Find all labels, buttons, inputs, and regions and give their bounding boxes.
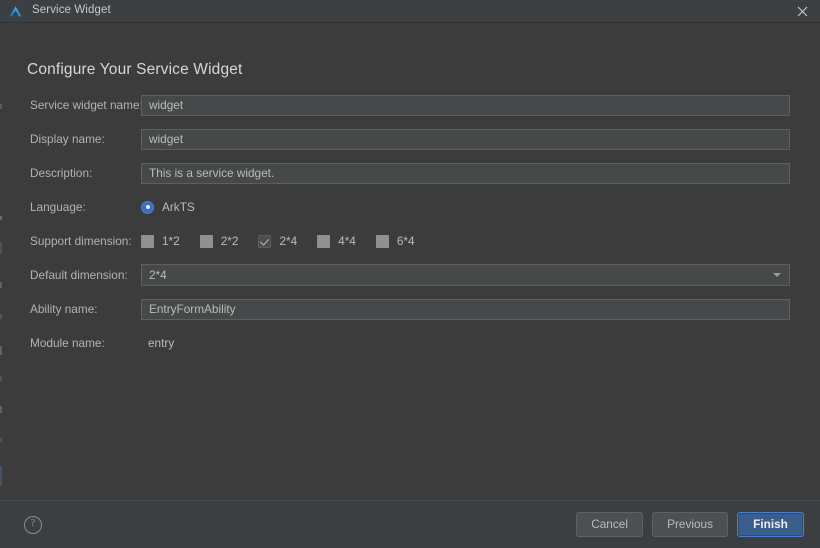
close-icon[interactable] [784,0,820,22]
previous-button[interactable]: Previous [652,512,728,537]
checkbox-unchecked-icon [375,234,389,248]
checkbox-label-6x4: 6*4 [396,234,415,248]
dialog-titlebar: Service Widget [0,0,820,23]
radio-label-arkts: ArkTS [162,200,195,214]
module-name-value: entry [148,336,175,350]
checkbox-unchecked-icon [141,234,154,248]
label-module-name: Module name: [30,336,105,350]
checkbox-unchecked-icon [199,234,213,248]
default-dimension-select[interactable]: 2*4 [141,264,790,286]
checkbox-option-2x2[interactable]: 2*2 [199,234,239,248]
radio-option-arkts[interactable]: ArkTS [141,200,195,214]
dialog-title: Service Widget [32,4,111,17]
description-input[interactable] [141,162,790,184]
checkbox-option-6x4[interactable]: 6*4 [375,234,415,248]
control-description [141,162,790,184]
control-service-widget-name [141,94,790,116]
close-glyph [797,6,807,16]
row-default-dimension: Default dimension: 2*4 [0,258,820,292]
row-service-widget-name: Service widget name: [0,88,820,122]
row-module-name: Module name: entry [0,326,820,360]
control-language: ArkTS [141,200,790,214]
row-language: Language: ArkTS [0,190,820,224]
label-description: Description: [30,166,93,180]
checkbox-option-1x2[interactable]: 1*2 [141,234,180,248]
finish-button[interactable]: Finish [737,512,804,537]
checkbox-checked-icon [258,234,272,248]
page-title: Configure Your Service Widget [27,61,243,78]
control-support-dimension: 1*2 2*2 2*4 4*4 6*4 [141,234,790,248]
cancel-button[interactable]: Cancel [576,512,644,537]
checkbox-label-4x4: 4*4 [338,234,356,248]
row-support-dimension: Support dimension: 1*2 2*2 2*4 4*4 6*4 [0,224,820,258]
checkbox-label-2x2: 2*2 [220,234,239,248]
control-module-name: entry [141,334,790,352]
display-name-input[interactable] [141,128,790,150]
question-mark-icon[interactable]: ? [24,515,42,534]
support-dimension-checkbox-group: 1*2 2*2 2*4 4*4 6*4 [141,234,790,248]
checkbox-unchecked-icon [317,234,331,248]
checkbox-label-1x2: 1*2 [162,234,180,248]
checkbox-label-2x4: 2*4 [279,234,298,248]
row-description: Description: [0,156,820,190]
deveco-logo-icon [9,5,22,16]
language-radio-group: ArkTS [141,200,790,214]
service-widget-name-input[interactable] [141,94,790,116]
label-support-dimension: Support dimension: [30,234,132,248]
default-dimension-value: 2*4 [149,268,167,282]
label-language: Language: [30,200,86,214]
label-ability-name: Ability name: [30,302,98,316]
control-display-name [141,128,790,150]
dialog-body: Configure Your Service Widget Service wi… [0,23,820,500]
radio-selected-icon [141,200,154,214]
row-ability-name: Ability name: [0,292,820,326]
label-display-name: Display name: [30,132,105,146]
dialog-footer: ? Cancel Previous Finish [0,500,820,548]
checkbox-option-2x4[interactable]: 2*4 [258,234,297,248]
service-widget-dialog: Service Widget Configure Your Service Wi… [0,0,820,548]
configuration-form: Service widget name: Display name: Descr… [0,88,820,360]
chevron-down-icon [773,273,781,277]
checkbox-option-4x4[interactable]: 4*4 [317,234,356,248]
control-default-dimension: 2*4 [141,264,790,286]
row-display-name: Display name: [0,122,820,156]
label-default-dimension: Default dimension: [30,268,128,282]
label-service-widget-name: Service widget name: [30,98,143,112]
ability-name-input[interactable] [141,298,790,320]
control-ability-name [141,298,790,320]
